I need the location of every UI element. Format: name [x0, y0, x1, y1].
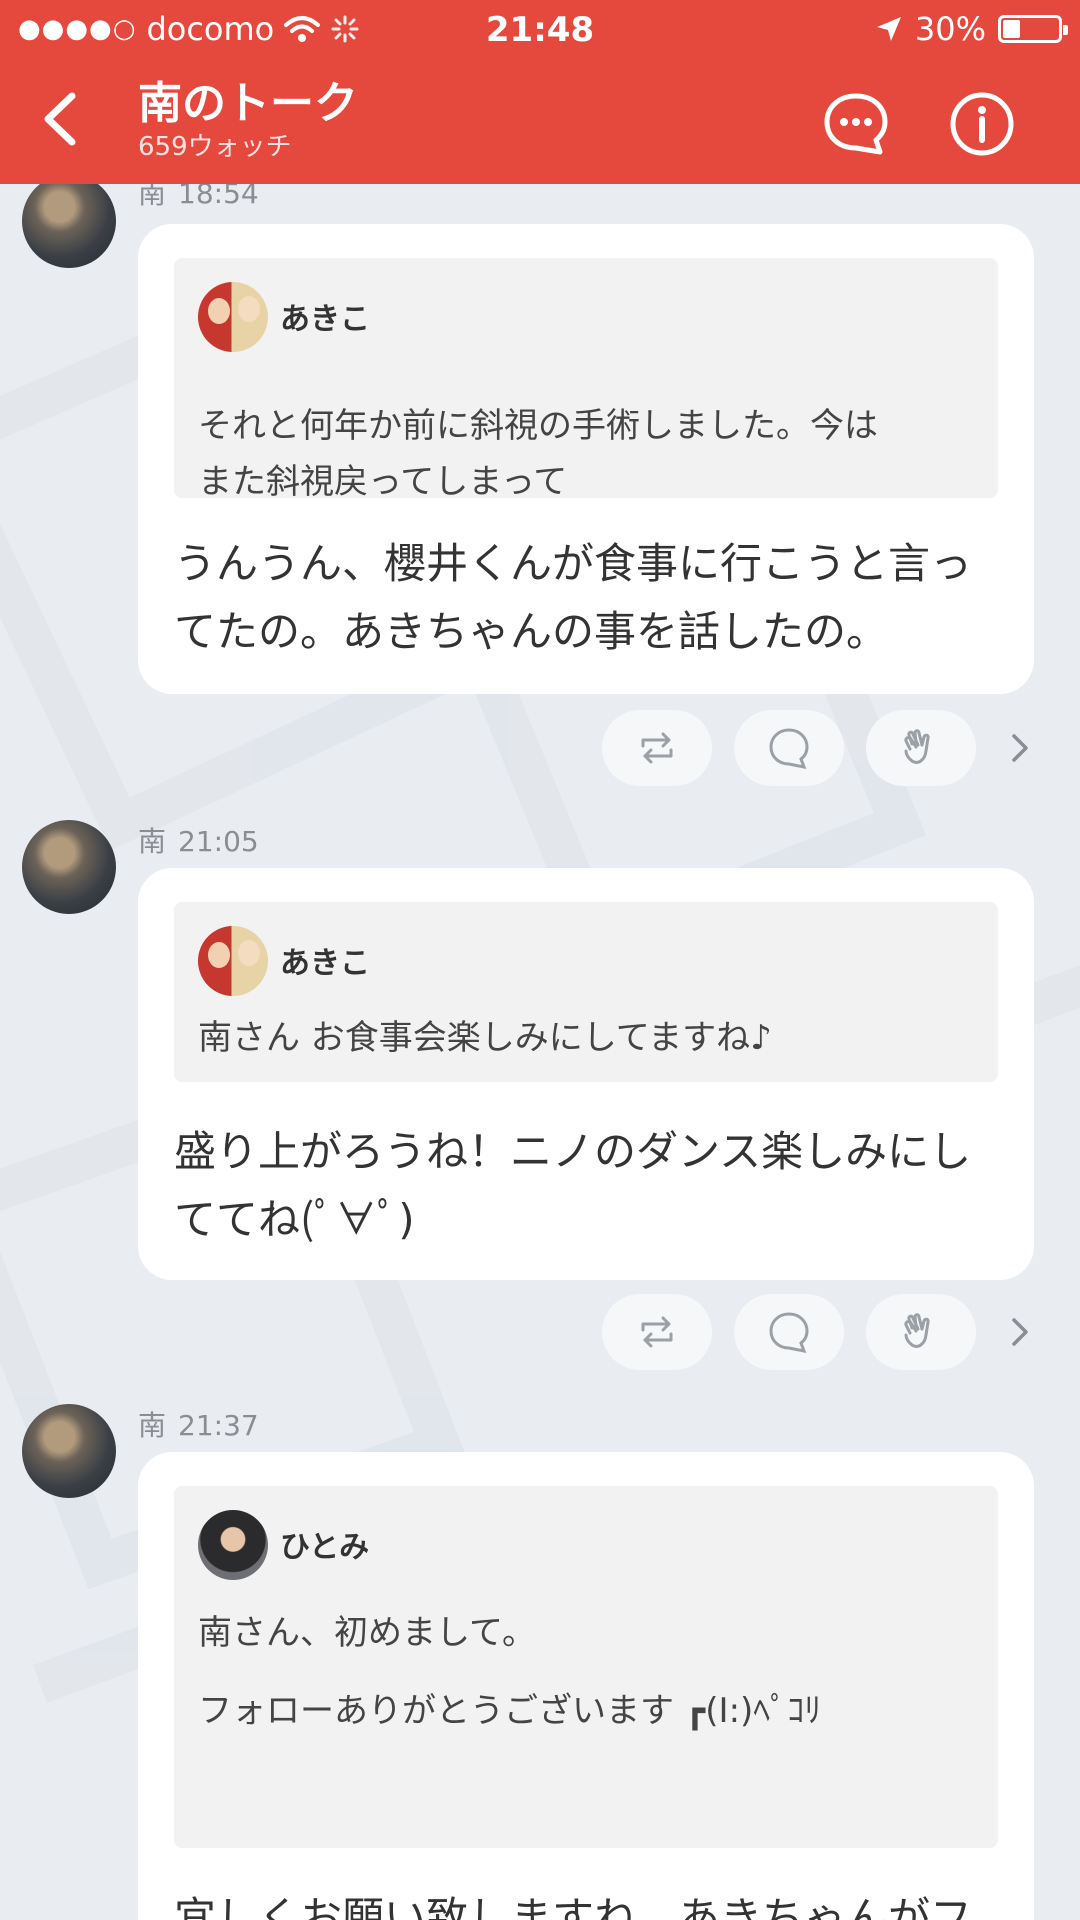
battery-percent: 30%	[914, 10, 986, 48]
clap-hands-icon	[904, 1313, 930, 1348]
info-button[interactable]	[948, 90, 1016, 158]
clap-hands-icon	[904, 729, 930, 764]
avatar[interactable]	[22, 174, 116, 268]
quote-text: 南さん お食事会楽しみにしてますね♪	[198, 1018, 772, 1058]
quoted-message[interactable]: あきこ それと何年か前に斜視の手術しました。今は また斜視戻ってしまって	[174, 258, 998, 502]
location-arrow-icon	[876, 17, 901, 41]
message-text: 宜しくお願い致しますね。あきちゃんがフ	[174, 1893, 973, 1920]
status-bar: ●●●●○ docomo 21:48 30%	[0, 0, 1080, 60]
repost-icon	[641, 1316, 673, 1348]
repost-icon	[641, 732, 673, 764]
quote-text: 南さん、初めまして。 フォローありがとうございます ┏(I:)ﾍﾟｺﾘ	[198, 1613, 822, 1731]
chevron-right-icon[interactable]	[1006, 728, 1036, 768]
message-text: うんうん、櫻井くんが食事に行こうと言ってたの。あきちゃんの事を話したの。	[174, 539, 973, 656]
repost-button[interactable]	[602, 1294, 712, 1370]
quote-author: あきこ	[280, 302, 370, 337]
sender-name: 南	[138, 825, 167, 858]
quote-avatar	[198, 282, 268, 352]
nav-bar: 南のトーク 659ウォッチ	[0, 60, 1080, 184]
page-title: 南のトーク	[138, 78, 358, 129]
battery-level	[1003, 20, 1021, 38]
quote-text: それと何年か前に斜視の手術しました。今は また斜視戻ってしまって	[198, 406, 878, 502]
message-bubble[interactable]: あきこ それと何年か前に斜視の手術しました。今は また斜視戻ってしまって うんう…	[138, 224, 1034, 694]
message-text: 盛り上がろうね！ニノのダンス楽しみにしててね(ﾟ∀ﾟ)	[174, 1127, 972, 1244]
quote-author: あきこ	[280, 946, 370, 981]
message-meta: 南 21:05	[138, 820, 259, 860]
message-time: 21:37	[178, 1409, 259, 1442]
chevron-right-icon[interactable]	[1006, 1312, 1036, 1352]
message-actions	[0, 710, 1080, 786]
clap-button[interactable]	[866, 1294, 976, 1370]
repost-button[interactable]	[602, 710, 712, 786]
quote-avatar	[198, 926, 268, 996]
message-bubble[interactable]: ひとみ 南さん、初めまして。 フォローありがとうございます ┏(I:)ﾍﾟｺﾘ …	[138, 1452, 1034, 1920]
watch-count: 659ウォッチ	[138, 132, 292, 162]
quoted-message[interactable]: ひとみ 南さん、初めまして。 フォローありがとうございます ┏(I:)ﾍﾟｺﾘ	[174, 1486, 998, 1848]
app-header: ●●●●○ docomo 21:48 30% 南のトーク 659ウォッチ	[0, 0, 1080, 184]
chat-button[interactable]	[822, 90, 890, 158]
comment-icon	[769, 1312, 809, 1353]
comment-button[interactable]	[734, 1294, 844, 1370]
message-time: 21:05	[178, 825, 259, 858]
comment-icon	[769, 728, 809, 769]
back-button[interactable]	[28, 84, 98, 154]
sender-name: 南	[138, 1409, 167, 1442]
message-meta: 南 21:37	[138, 1404, 259, 1444]
message-actions	[0, 1294, 1080, 1370]
comment-button[interactable]	[734, 710, 844, 786]
message-bubble[interactable]: あきこ 南さん お食事会楽しみにしてますね♪ 盛り上がろうね！ニノのダンス楽しみ…	[138, 868, 1034, 1280]
clap-button[interactable]	[866, 710, 976, 786]
quote-author: ひとみ	[280, 1530, 370, 1565]
chat-timeline: 南 18:54 あきこ それと何年か前に斜視の手術しました。今は また斜視戻ってし…	[0, 0, 1080, 1920]
quoted-message[interactable]: あきこ 南さん お食事会楽しみにしてますね♪	[174, 902, 998, 1082]
avatar[interactable]	[22, 1404, 116, 1498]
avatar[interactable]	[22, 820, 116, 914]
battery-icon	[998, 15, 1068, 43]
quote-avatar	[198, 1510, 268, 1580]
